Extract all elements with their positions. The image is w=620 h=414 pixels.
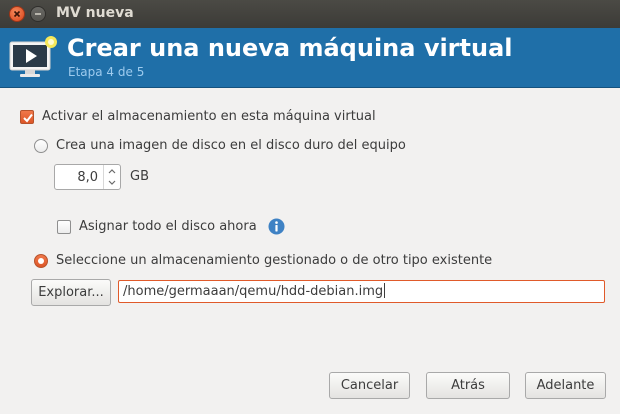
create-disk-option[interactable]: Crea una imagen de disco en el disco dur…: [34, 138, 406, 153]
stepper-down-button[interactable]: [104, 177, 120, 189]
allocate-disk-label: Asignar todo el disco ahora: [79, 219, 257, 234]
existing-storage-label: Seleccione un almacenamiento gestionado …: [56, 253, 493, 268]
existing-storage-option[interactable]: Seleccione un almacenamiento gestionado …: [34, 253, 492, 268]
allocate-disk-checkbox[interactable]: [57, 219, 71, 234]
enable-storage-option[interactable]: Activar el almacenamiento en esta máquin…: [20, 109, 376, 124]
disk-size-value[interactable]: 8,0: [77, 170, 98, 185]
dialog-window: MV nueva Crear una nueva máquina virtual…: [0, 0, 620, 414]
back-button[interactable]: Atrás: [426, 372, 510, 399]
header-banner: Crear una nueva máquina virtual Etapa 4 …: [0, 28, 620, 88]
step-indicator: Etapa 4 de 5: [68, 65, 145, 79]
stepper-up-button[interactable]: [104, 165, 120, 177]
window-title: MV nueva: [56, 5, 134, 21]
stepper-arrows: [103, 165, 120, 189]
create-disk-radio[interactable]: [34, 138, 48, 153]
browse-button[interactable]: Explorar...: [31, 279, 111, 306]
checkmark-icon: [23, 113, 33, 123]
minimize-button[interactable]: [30, 6, 46, 22]
enable-storage-checkbox[interactable]: [20, 109, 34, 124]
page-title: Crear una nueva máquina virtual: [67, 34, 513, 62]
forward-button[interactable]: Adelante: [525, 372, 606, 399]
storage-path-input[interactable]: /home/germaaan/qemu/hdd-debian.img: [118, 280, 605, 303]
storage-path-text: /home/germaaan/qemu/hdd-debian.img: [123, 284, 384, 299]
text-caret: [384, 283, 386, 298]
close-icon: [13, 10, 21, 18]
chevron-down-icon: [108, 180, 116, 185]
allocate-disk-option[interactable]: Asignar todo el disco ahora: [57, 219, 257, 234]
title-bar[interactable]: MV nueva: [0, 0, 620, 28]
disk-size-unit: GB: [130, 169, 149, 184]
enable-storage-label: Activar el almacenamiento en esta máquin…: [42, 109, 376, 124]
chevron-up-icon: [108, 169, 116, 174]
info-icon[interactable]: [268, 218, 285, 235]
create-disk-label: Crea una imagen de disco en el disco dur…: [56, 138, 406, 153]
disk-size-stepper[interactable]: 8,0: [54, 164, 121, 190]
close-button[interactable]: [9, 6, 25, 22]
cancel-button[interactable]: Cancelar: [329, 372, 410, 399]
existing-storage-radio[interactable]: [34, 253, 48, 268]
monitor-play-icon: [9, 36, 57, 77]
minimize-icon: [35, 13, 41, 15]
